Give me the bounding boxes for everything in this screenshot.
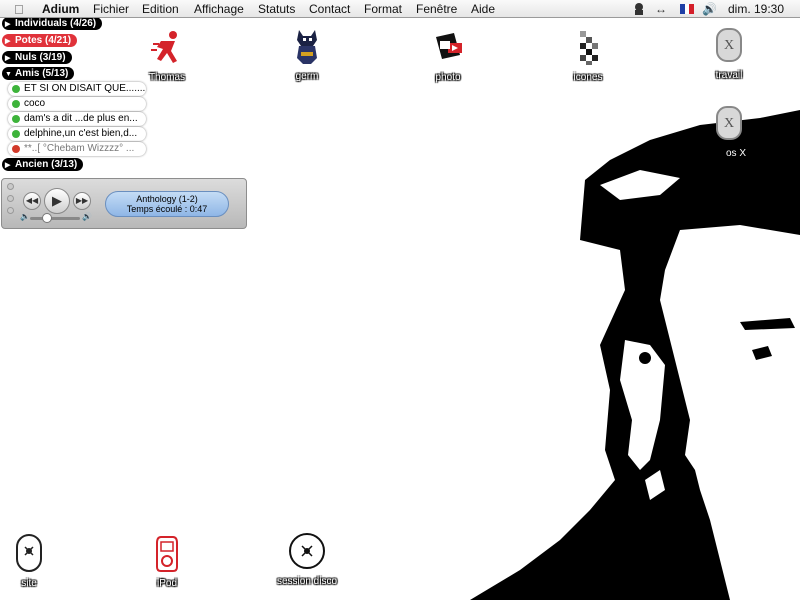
- cartoon-character-icon: [297, 30, 317, 64]
- previous-track-button[interactable]: ◀◀: [23, 192, 41, 210]
- group-individuals[interactable]: ▶ Individuals (4/26): [2, 17, 103, 31]
- menu-app[interactable]: Adium: [42, 2, 79, 16]
- volume-slider-track[interactable]: [30, 217, 80, 220]
- menu-statuts[interactable]: Statuts: [258, 2, 295, 16]
- desktop-icon-thomas[interactable]: Thomas: [132, 27, 202, 84]
- group-label: Potes (4/21): [15, 35, 72, 46]
- svg-text:X: X: [724, 38, 734, 53]
- volume-high-icon: 🔊: [82, 212, 92, 221]
- menu-clock[interactable]: dim. 19:30: [728, 2, 784, 16]
- desktop-icon-travail[interactable]: X travail: [694, 25, 764, 82]
- online-status-icon: [12, 130, 20, 138]
- group-label: Amis (5/13): [15, 68, 69, 79]
- menu-bar:  Adium Fichier Edition Affichage Statut…: [0, 0, 800, 18]
- track-title: Anthology (1-2): [136, 194, 198, 204]
- contact-name: coco: [24, 98, 46, 109]
- contact-item[interactable]: **..[ °Chebam Wizzzz° ...: [8, 142, 146, 156]
- contact-item[interactable]: coco: [8, 97, 146, 111]
- contact-item[interactable]: delphine,un c'est bien,d...: [8, 127, 146, 141]
- disk-icon: [16, 534, 42, 572]
- desktop-icon-label: travail: [715, 70, 743, 81]
- menu-edition[interactable]: Edition: [142, 2, 179, 16]
- disclosure-right-icon[interactable]: ▶: [5, 35, 15, 48]
- desktop-icon-label: iPod: [156, 578, 177, 589]
- group-label: Nuls (3/19): [15, 52, 66, 63]
- desktop-icon-label: site: [21, 578, 37, 589]
- volume-slider-knob[interactable]: [42, 213, 52, 223]
- apple-menu-icon[interactable]: : [14, 2, 24, 17]
- itunes-mini-player[interactable]: ◀◀ ▶ ▶▶ Anthology (1-2) Temps écoulé : 0…: [1, 178, 247, 229]
- disclosure-down-icon[interactable]: ▼: [5, 68, 15, 81]
- running-figure-icon: [151, 31, 177, 63]
- hard-drive-x-icon: X: [716, 28, 742, 62]
- group-amis[interactable]: ▼ Amis (5/13): [2, 67, 75, 81]
- menu-fichier[interactable]: Fichier: [93, 2, 129, 16]
- disclosure-right-icon[interactable]: ▶: [5, 52, 15, 65]
- online-status-icon: [12, 85, 20, 93]
- desktop-icon-germ[interactable]: germ: [272, 26, 342, 83]
- desktop-icon-photo[interactable]: photo: [413, 27, 483, 84]
- desktop-icon-icones[interactable]: icones: [553, 27, 623, 84]
- desktop-icon-session-disco[interactable]: session disco: [272, 531, 342, 588]
- menu-aide[interactable]: Aide: [471, 2, 495, 16]
- desktop-icon-label: photo: [435, 72, 461, 83]
- next-track-button[interactable]: ▶▶: [73, 192, 91, 210]
- desktop-icon-site[interactable]: site: [0, 533, 64, 590]
- contact-name: **..[ °Chebam Wizzzz° ...: [24, 143, 135, 154]
- contact-name: delphine,un c'est bien,d...: [24, 128, 138, 139]
- pixel-mosaic-icon: [580, 31, 598, 65]
- zoom-window-button[interactable]: [7, 207, 14, 214]
- photo-folder-icon: [436, 33, 462, 59]
- network-icon[interactable]: ↔: [655, 2, 667, 16]
- contact-item[interactable]: dam's a dit ...de plus en...: [8, 112, 146, 126]
- hard-drive-x-icon: X: [716, 106, 742, 140]
- window-controls: [7, 183, 14, 219]
- online-status-icon: [12, 100, 20, 108]
- desktop-icon-label: session disco: [276, 576, 338, 587]
- menu-format[interactable]: Format: [364, 2, 402, 16]
- menu-contact[interactable]: Contact: [309, 2, 350, 16]
- contact-name: dam's a dit ...de plus en...: [24, 113, 138, 124]
- french-flag-icon[interactable]: [680, 4, 695, 14]
- close-window-button[interactable]: [7, 183, 14, 190]
- disclosure-right-icon[interactable]: ▶: [5, 159, 15, 172]
- desktop-icon-ipod[interactable]: iPod: [132, 533, 202, 590]
- desktop-icon-label: icones: [573, 72, 603, 83]
- menu-fenetre[interactable]: Fenêtre: [416, 2, 457, 16]
- elapsed-time: Temps écoulé : 0:47: [126, 204, 208, 214]
- minimize-window-button[interactable]: [7, 195, 14, 202]
- group-label: Ancien (3/13): [15, 159, 78, 170]
- away-status-icon: [12, 145, 20, 153]
- desktop[interactable]:  Adium Fichier Edition Affichage Statut…: [0, 0, 800, 600]
- group-label: Individuals (4/26): [15, 18, 97, 29]
- online-status-icon: [12, 115, 20, 123]
- group-nuls[interactable]: ▶ Nuls (3/19): [2, 51, 72, 64]
- menu-affichage[interactable]: Affichage: [194, 2, 244, 16]
- cd-icon: [289, 533, 325, 569]
- desktop-icon-osx[interactable]: X os X: [694, 103, 764, 160]
- group-potes[interactable]: ▶ Potes (4/21): [2, 34, 78, 48]
- desktop-icon-label: os X: [725, 148, 746, 159]
- contact-name: ET SI ON DISAIT QUE.........: [24, 83, 146, 94]
- disclosure-right-icon[interactable]: ▶: [5, 18, 15, 31]
- play-button[interactable]: ▶: [44, 188, 70, 214]
- group-ancien[interactable]: ▶ Ancien (3/13): [2, 158, 84, 172]
- adium-duck-icon[interactable]: [632, 1, 646, 17]
- volume-low-icon: 🔈: [20, 212, 30, 221]
- svg-text:X: X: [724, 116, 734, 131]
- desktop-icon-label: germ: [295, 71, 319, 82]
- volume-icon[interactable]: 🔊: [702, 2, 717, 16]
- contact-item[interactable]: ET SI ON DISAIT QUE.........: [8, 82, 146, 96]
- track-display[interactable]: Anthology (1-2) Temps écoulé : 0:47: [105, 191, 229, 217]
- ipod-icon: [156, 536, 178, 572]
